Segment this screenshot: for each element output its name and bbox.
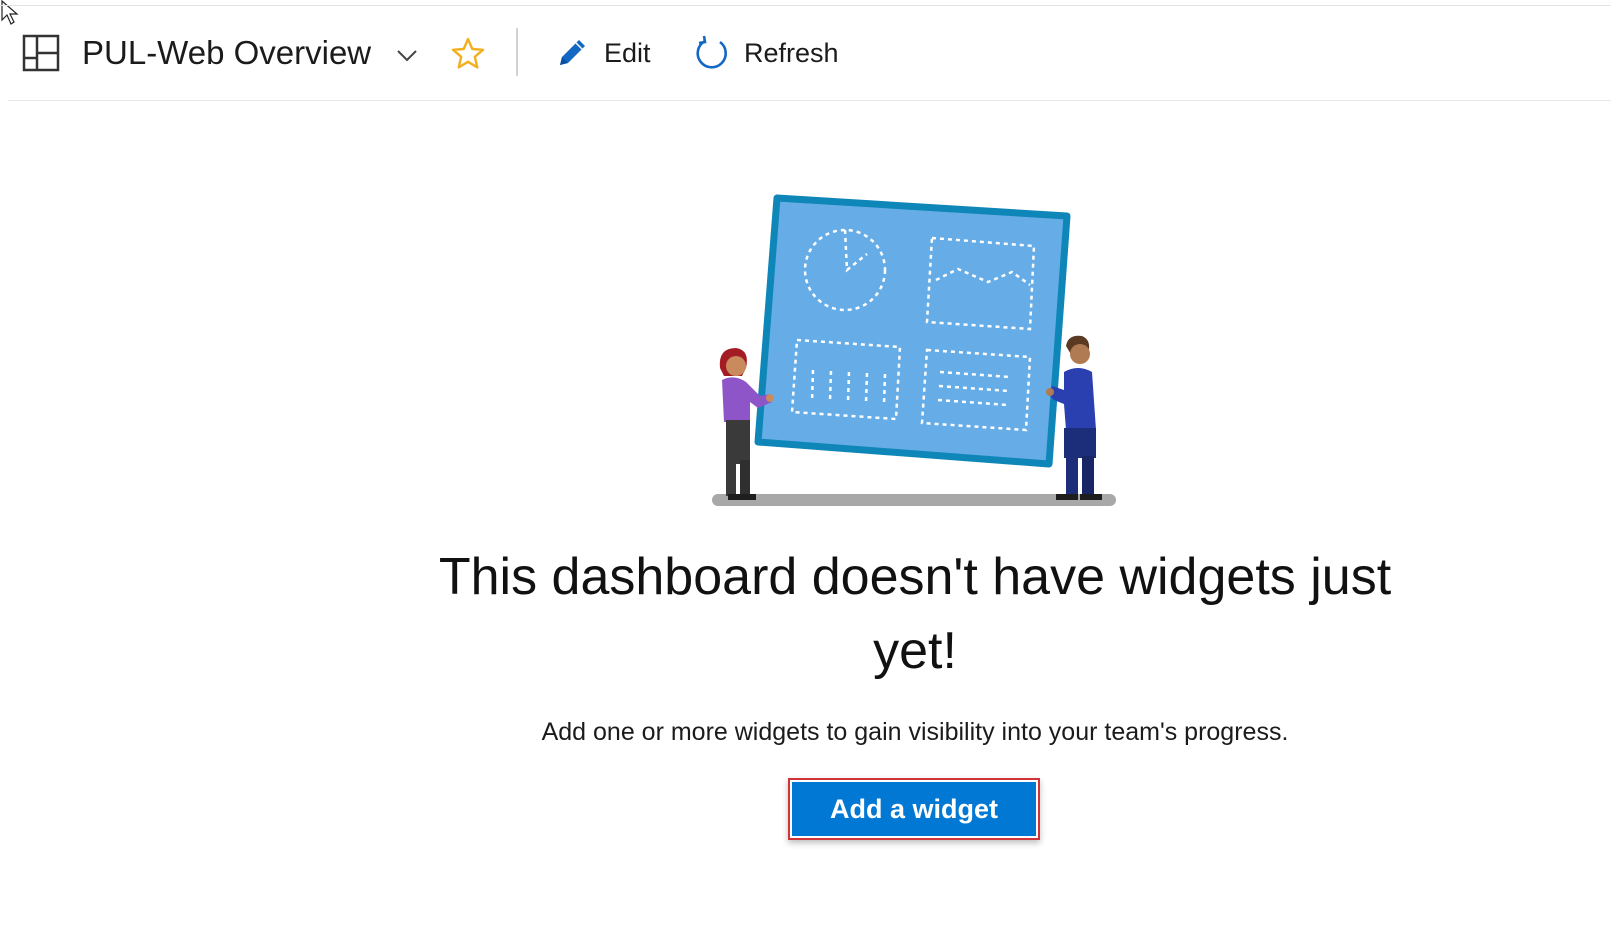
chevron-down-icon[interactable] xyxy=(396,49,418,63)
dashboard-page: PUL-Web Overview Edit Refresh This dashb… xyxy=(0,0,1611,926)
edit-label: Edit xyxy=(604,37,651,68)
dashboard-grid-icon xyxy=(22,34,60,72)
dashboard-toolbar: PUL-Web Overview Edit Refresh xyxy=(8,6,1611,101)
edit-button[interactable]: Edit xyxy=(554,32,651,74)
add-widget-button[interactable]: Add a widget xyxy=(792,782,1036,836)
star-icon[interactable] xyxy=(450,36,486,72)
empty-dashboard-illustration xyxy=(712,194,1116,506)
dashboard-title[interactable]: PUL-Web Overview xyxy=(82,32,371,74)
pencil-icon xyxy=(560,40,585,65)
add-widget-highlight: Add a widget xyxy=(788,778,1040,840)
refresh-button[interactable]: Refresh xyxy=(694,32,839,74)
refresh-icon xyxy=(696,35,727,69)
refresh-label: Refresh xyxy=(744,37,839,68)
empty-state-subtitle: Add one or more widgets to gain visibili… xyxy=(541,718,1289,746)
empty-state-title: This dashboard doesn't have widgets just… xyxy=(438,548,1392,680)
toolbar-separator xyxy=(516,28,518,76)
